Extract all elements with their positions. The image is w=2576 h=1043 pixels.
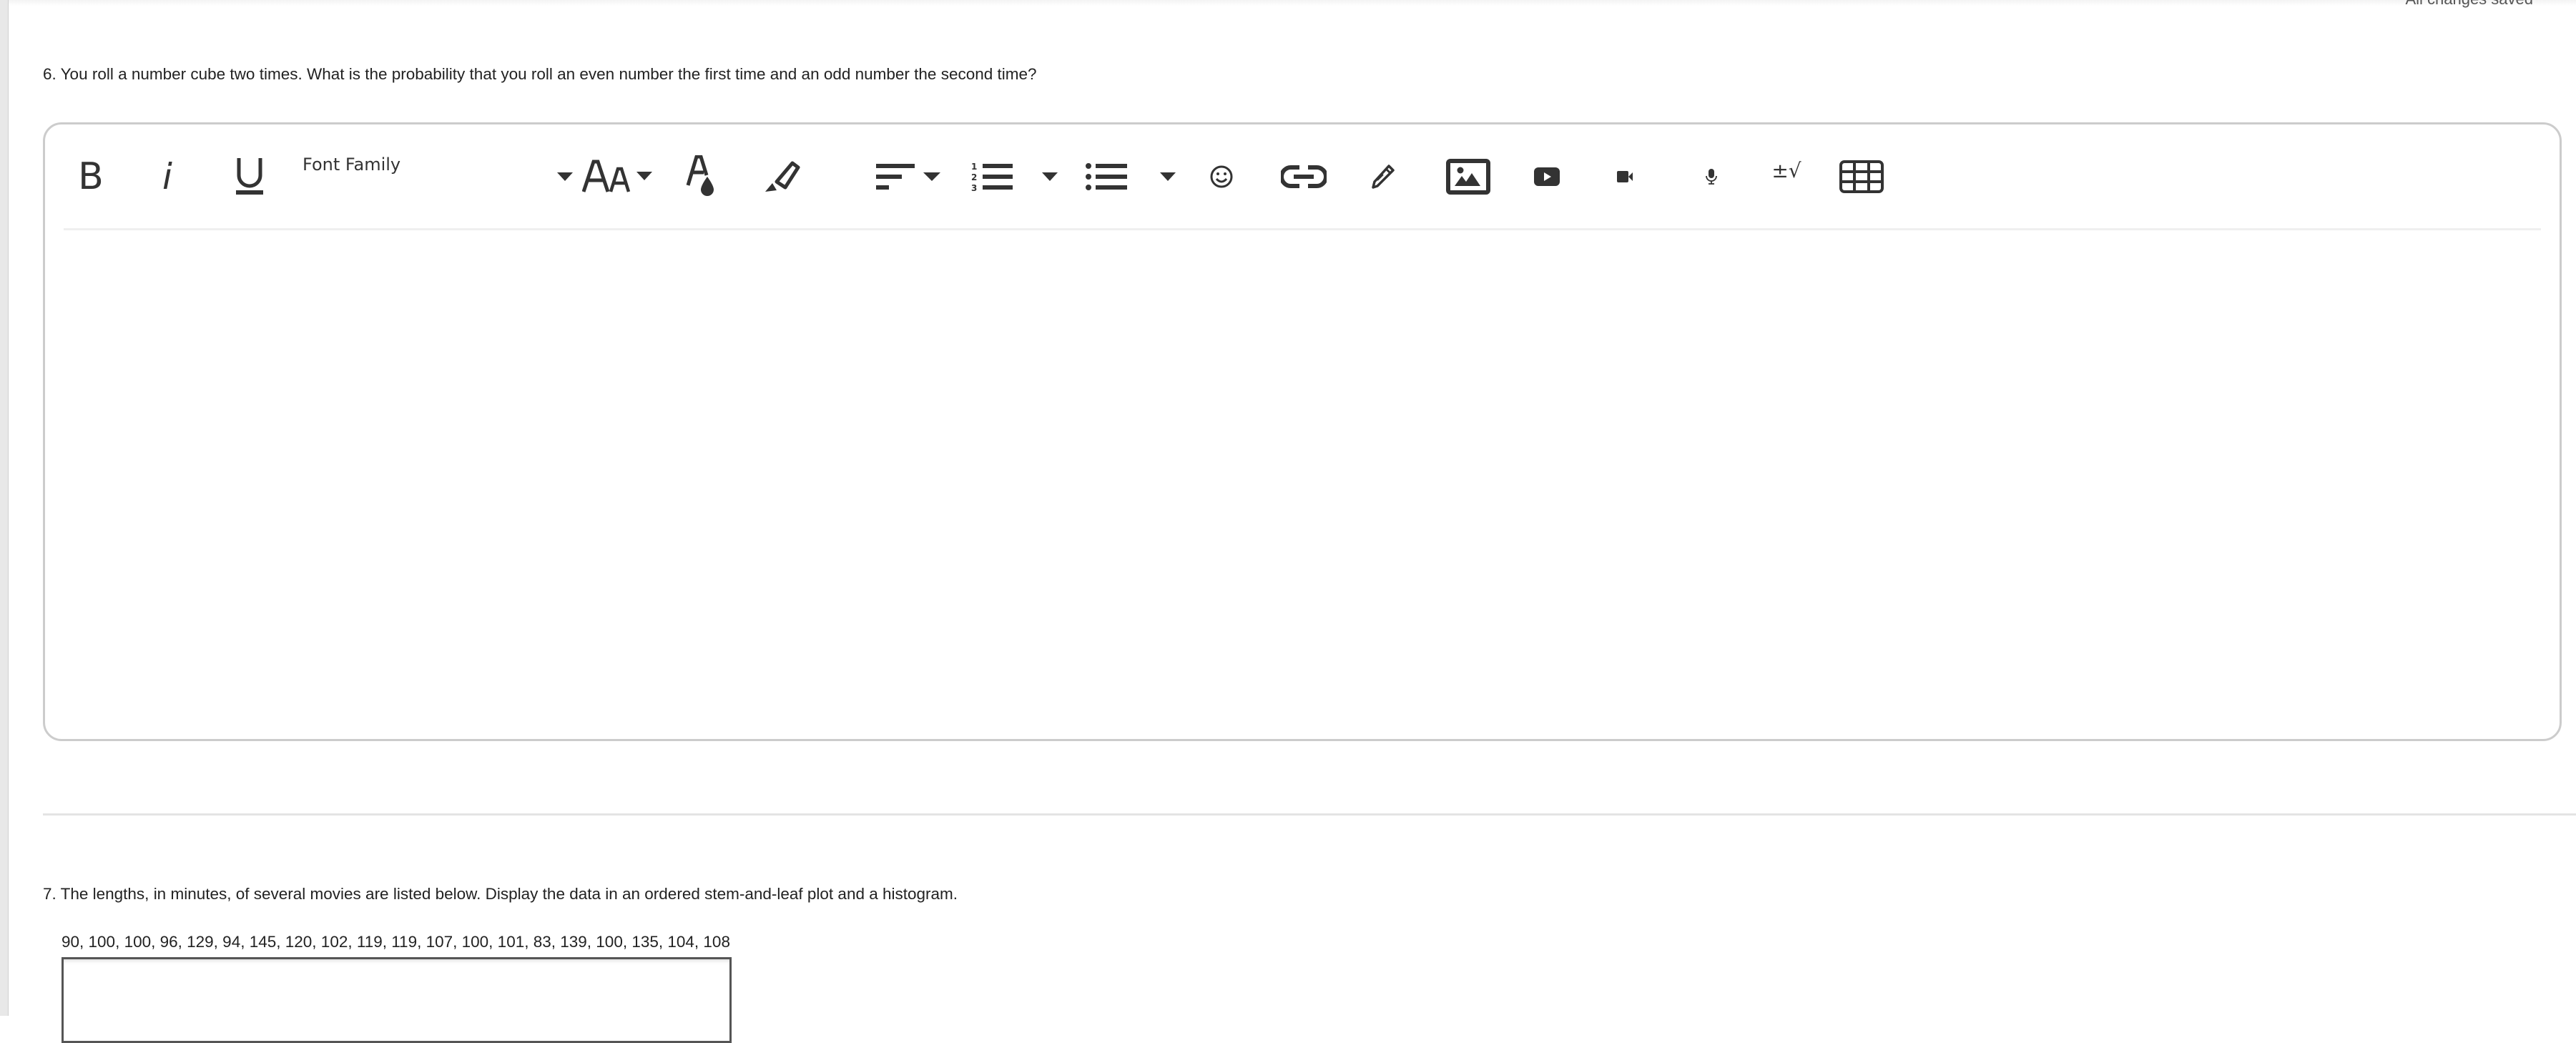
movie-lengths-data: 90, 100, 100, 96, 129, 94, 145, 120, 102… bbox=[62, 933, 730, 951]
question-6-answer-area[interactable] bbox=[64, 232, 2541, 725]
emoji-button[interactable] bbox=[1204, 152, 1239, 202]
question-6-prompt: 6. You roll a number cube two times. Wha… bbox=[43, 65, 1037, 83]
bullet-list-icon bbox=[1086, 163, 1127, 190]
font-size-icon bbox=[582, 160, 652, 192]
math-equation-icon: ±√ bbox=[1771, 159, 1801, 182]
image-icon bbox=[1446, 159, 1490, 195]
chevron-down-icon bbox=[557, 172, 573, 181]
align-button[interactable] bbox=[875, 152, 946, 202]
table-icon bbox=[1839, 160, 1884, 193]
underline-icon bbox=[236, 158, 263, 195]
question-divider bbox=[43, 813, 2576, 816]
italic-button[interactable]: i bbox=[149, 152, 185, 202]
numbered-list-dropdown-button[interactable] bbox=[1039, 152, 1061, 202]
left-scroll-rail bbox=[0, 0, 9, 1016]
draw-button[interactable] bbox=[1361, 152, 1404, 202]
header-shadow bbox=[9, 0, 2576, 6]
svg-text:2: 2 bbox=[971, 172, 977, 182]
highlighter-icon bbox=[765, 161, 800, 192]
record-video-button[interactable] bbox=[1604, 152, 1647, 202]
numbered-list-button[interactable]: 1 2 3 bbox=[968, 152, 1018, 202]
numbered-list-icon: 1 2 3 bbox=[971, 162, 1013, 192]
bold-icon: B bbox=[78, 155, 104, 198]
underline-button[interactable] bbox=[228, 152, 271, 202]
svg-text:1: 1 bbox=[971, 162, 977, 172]
toolbar-divider bbox=[64, 228, 2541, 230]
video-camera-icon bbox=[1617, 171, 1633, 182]
bold-button[interactable]: B bbox=[69, 152, 112, 202]
microphone-icon bbox=[1706, 169, 1717, 185]
question-6-rich-text-editor: B i Font Family 1 2 3 ±√ bbox=[43, 122, 2562, 741]
emoji-icon bbox=[1210, 165, 1233, 188]
insert-youtube-button[interactable] bbox=[1525, 152, 1568, 202]
align-left-icon bbox=[876, 164, 940, 190]
svg-text:3: 3 bbox=[971, 183, 977, 192]
record-audio-button[interactable] bbox=[1690, 152, 1733, 202]
youtube-icon bbox=[1534, 167, 1560, 186]
font-family-dropdown-button[interactable] bbox=[554, 152, 576, 202]
link-button[interactable] bbox=[1275, 152, 1332, 202]
editor-toolbar: B i Font Family 1 2 3 ±√ bbox=[45, 124, 2560, 228]
math-equation-button[interactable]: ±√ bbox=[1761, 146, 1811, 196]
insert-image-button[interactable] bbox=[1440, 152, 1497, 202]
text-color-button[interactable] bbox=[682, 152, 724, 202]
save-status: All changes saved bbox=[2405, 0, 2533, 9]
highlight-button[interactable] bbox=[760, 152, 810, 202]
italic-icon: i bbox=[162, 156, 172, 197]
font-size-button[interactable] bbox=[581, 152, 660, 202]
insert-table-button[interactable] bbox=[1833, 152, 1890, 202]
question-7-prompt: 7. The lengths, in minutes, of several m… bbox=[43, 885, 958, 903]
chevron-down-icon bbox=[1160, 172, 1176, 181]
link-icon bbox=[1281, 165, 1327, 188]
question-7-answer-box[interactable] bbox=[62, 957, 732, 1043]
font-family-select[interactable]: Font Family bbox=[303, 155, 400, 175]
chevron-down-icon bbox=[1042, 172, 1058, 181]
text-color-icon bbox=[686, 155, 714, 196]
bullet-list-dropdown-button[interactable] bbox=[1157, 152, 1179, 202]
font-family-label: Font Family bbox=[303, 155, 401, 175]
pencil-icon bbox=[1372, 165, 1395, 189]
bullet-list-button[interactable] bbox=[1082, 152, 1132, 202]
